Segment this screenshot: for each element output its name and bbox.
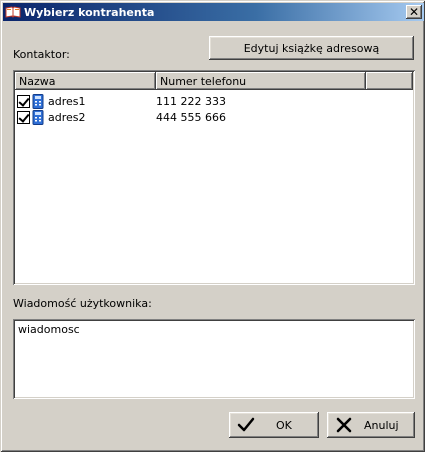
- ok-button[interactable]: OK: [229, 412, 319, 438]
- row-phone: 111 222 333: [156, 94, 226, 108]
- column-header-empty[interactable]: [366, 72, 413, 90]
- row-checkbox[interactable]: [17, 94, 30, 108]
- close-icon: ✕: [408, 5, 420, 19]
- row-name: adres2: [48, 110, 86, 124]
- row-phone: 444 555 666: [156, 110, 226, 124]
- list-item[interactable]: adres2 444 555 666: [17, 109, 226, 125]
- checkmark-icon: [237, 416, 255, 434]
- window-title: Wybierz kontrahenta: [24, 5, 155, 19]
- contacts-list[interactable]: Nazwa Numer telefonu adres1 111 222 333 …: [13, 70, 415, 285]
- title-bar[interactable]: Wybierz kontrahenta ✕: [3, 3, 424, 21]
- list-header: Nazwa Numer telefonu: [15, 72, 413, 90]
- list-item[interactable]: adres1 111 222 333: [17, 93, 226, 109]
- edit-address-book-button[interactable]: Edytuj książkę adresową: [209, 36, 414, 60]
- message-label: Wiadomość użytkownika:: [13, 297, 152, 310]
- dialog-window: Wybierz kontrahenta ✕ Edytuj książkę adr…: [0, 0, 425, 452]
- row-name: adres1: [48, 94, 86, 108]
- message-value: wiadomosc: [18, 323, 80, 336]
- cross-icon: [335, 416, 353, 434]
- message-textarea[interactable]: wiadomosc: [13, 319, 415, 399]
- edit-address-book-label: Edytuj książkę adresową: [243, 41, 380, 55]
- close-button[interactable]: ✕: [406, 5, 422, 19]
- ok-label: OK: [276, 418, 292, 432]
- phone-icon: [32, 93, 44, 109]
- column-header-phone[interactable]: Numer telefonu: [156, 72, 366, 90]
- phone-icon: [32, 109, 44, 125]
- column-header-name[interactable]: Nazwa: [15, 72, 156, 90]
- cancel-label: Anuluj: [364, 418, 399, 432]
- contacts-label: Kontaktor:: [13, 48, 70, 61]
- cancel-button[interactable]: Anuluj: [327, 412, 415, 438]
- book-icon: [5, 5, 21, 19]
- row-checkbox[interactable]: [17, 110, 30, 124]
